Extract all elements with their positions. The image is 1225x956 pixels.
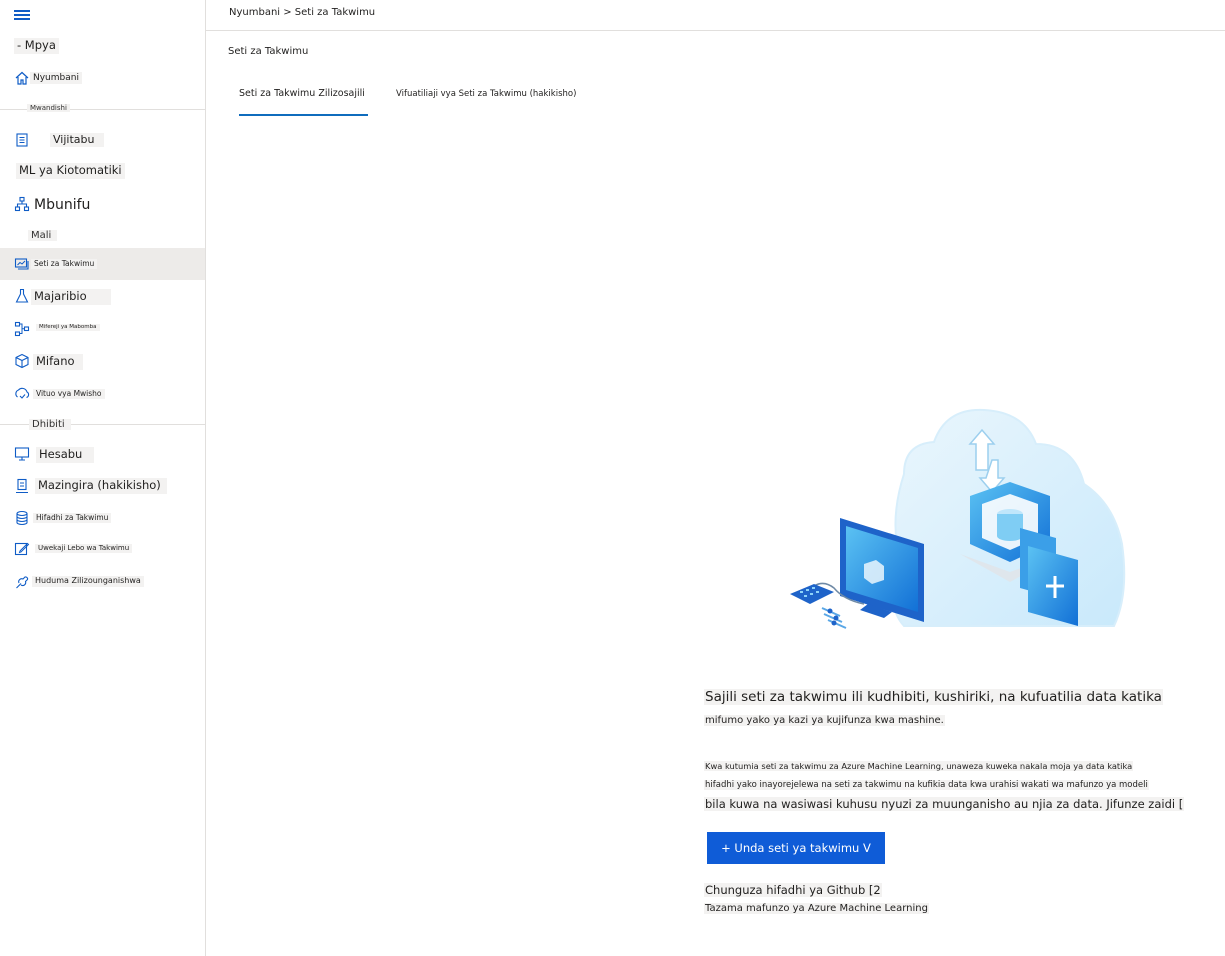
designer-icon	[14, 196, 30, 212]
sidebar-item-label: ML ya Kiotomatiki	[16, 163, 125, 179]
sidebar-item-label: Mbunifu	[31, 195, 94, 215]
empty-state-heading-line2: mifumo yako ya kazi ya kujifunza kwa mas…	[704, 715, 945, 726]
flask-icon	[14, 288, 30, 304]
sidebar-item-label: Hesabu	[36, 447, 95, 463]
active-tab-indicator	[239, 114, 368, 116]
training-link[interactable]: Tazama mafunzo ya Azure Machine Learning	[704, 903, 929, 914]
sidebar-item-label: Mazingira (hakikisho)	[35, 478, 167, 494]
create-dataset-button[interactable]: + Unda seti ya takwimu V	[707, 832, 885, 864]
database-icon	[14, 510, 30, 526]
sidebar-item-automl[interactable]: ML ya Kiotomatiki	[0, 161, 205, 181]
sidebar-item-pipelines[interactable]: Mifereji ya Mabomba	[0, 319, 205, 339]
edit-icon	[14, 541, 30, 557]
datasets-cloud-illustration	[790, 408, 1126, 629]
empty-state-body-line2: hifadhi yako inayorejelewa na seti za ta…	[704, 780, 1149, 790]
empty-state-heading-line1: Sajili seti za takwimu ili kudhibiti, ku…	[704, 689, 1163, 705]
sidebar-item-label: Seti za Takwimu	[31, 259, 98, 270]
hamburger-menu-icon[interactable]	[14, 8, 32, 22]
cube-icon	[14, 353, 30, 369]
sidebar-item-notebooks[interactable]: Vijitabu	[0, 130, 205, 150]
sidebar-item-home[interactable]: Nyumbani	[0, 68, 205, 88]
sidebar-item-datastores[interactable]: Hifadhi za Takwimu	[0, 509, 205, 529]
sidebar-item-label: Mifereji ya Mabomba	[36, 324, 100, 332]
sidebar-item-label: Uwekaji Lebo wa Takwimu	[35, 544, 133, 554]
header-divider	[206, 30, 1225, 31]
environment-icon	[14, 478, 30, 494]
page-title: Seti za Takwimu	[228, 46, 309, 57]
dataset-icon	[14, 256, 30, 272]
section-assets-label: Mali	[28, 230, 58, 241]
sidebar-item-linked-services[interactable]: Huduma Zilizounganishwa	[0, 572, 205, 592]
tab-registered-datasets[interactable]: Seti za Takwimu Zilizosajili	[239, 88, 365, 99]
empty-state-body-line3: bila kuwa na wasiwasi kuhusu nyuzi za mu…	[704, 797, 1185, 811]
sidebar-item-models[interactable]: Mifano	[0, 352, 205, 372]
compute-icon	[14, 446, 30, 462]
new-button[interactable]: - Mpya	[0, 36, 205, 56]
endpoint-icon	[14, 386, 30, 402]
home-icon	[14, 70, 30, 86]
sidebar-item-datasets[interactable]: Seti za Takwimu	[0, 248, 205, 280]
sidebar-item-label: Nyumbani	[30, 71, 82, 85]
github-repo-link[interactable]: Chunguza hifadhi ya Github [2	[704, 883, 882, 897]
empty-state-body-line1: Kwa kutumia seti za takwimu za Azure Mac…	[704, 761, 1134, 771]
sidebar-item-label: Huduma Zilizounganishwa	[32, 576, 144, 587]
sidebar-item-label: Majaribio	[31, 289, 111, 305]
breadcrumb[interactable]: Nyumbani > Seti za Takwimu	[229, 7, 375, 18]
sidebar-item-label: Vijitabu	[50, 132, 105, 148]
sidebar-item-compute[interactable]: Hesabu	[0, 445, 205, 465]
sidebar-item-designer[interactable]: Mbunifu	[0, 195, 205, 215]
sidebar-item-data-labeling[interactable]: Uwekaji Lebo wa Takwimu	[0, 540, 205, 560]
sidebar-item-label: Mifano	[33, 354, 83, 370]
sidebar-item-experiments[interactable]: Majaribio	[0, 287, 205, 307]
notebook-icon	[14, 132, 30, 148]
sidebar-item-label: Vituo vya Mwisho	[33, 389, 105, 400]
section-manage-label: Dhibiti	[29, 419, 71, 430]
pipeline-icon	[14, 321, 30, 337]
tab-dataset-monitors[interactable]: Vifuatiliaji vya Seti za Takwimu (hakiki…	[396, 89, 576, 99]
sidebar-item-environments[interactable]: Mazingira (hakikisho)	[0, 476, 205, 496]
link-icon	[14, 574, 30, 590]
new-label: - Mpya	[14, 38, 59, 54]
sidebar: - Mpya Nyumbani Mwandishi Vijitabu ML ya…	[0, 0, 206, 956]
section-author-label: Mwandishi	[27, 104, 70, 112]
sidebar-item-label: Hifadhi za Takwimu	[33, 513, 112, 524]
sidebar-item-endpoints[interactable]: Vituo vya Mwisho	[0, 384, 205, 404]
